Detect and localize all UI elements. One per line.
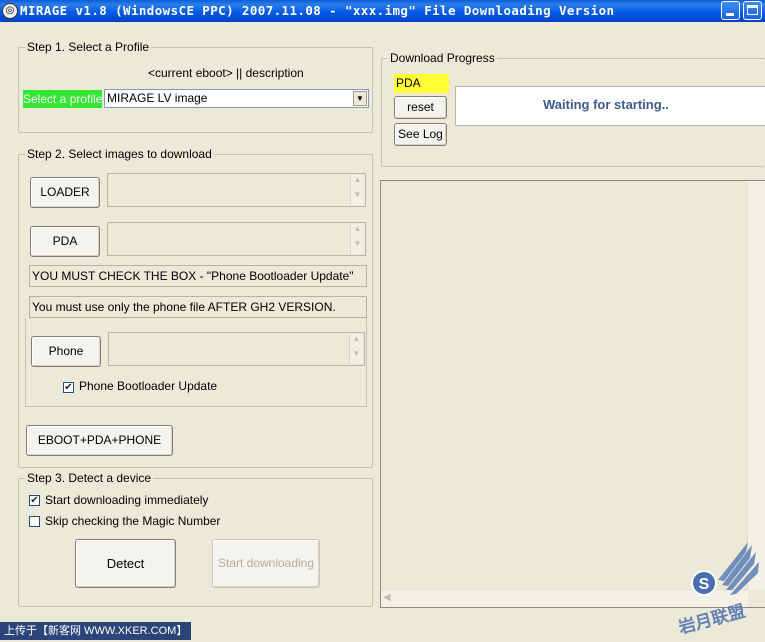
step1-legend: Step 1. Select a Profile	[25, 40, 152, 55]
chevron-down-icon[interactable]: ▼	[353, 91, 367, 106]
download-progress-group: Download Progress PDA reset See Log Wait…	[381, 51, 765, 167]
svg-text:岩月联盟: 岩月联盟	[675, 601, 747, 639]
start-immediately-checkbox[interactable]	[29, 495, 40, 506]
step3-group: Step 3. Detect a device Start downloadin…	[18, 471, 373, 607]
phone-bootloader-label: Phone Bootloader Update	[79, 379, 218, 393]
scroll-up-icon[interactable]: ▲	[350, 175, 364, 190]
phone-bootloader-checkbox[interactable]	[63, 382, 74, 393]
step2-group: Step 2. Select images to download LOADER…	[18, 147, 373, 468]
profile-dropdown-value: MIRAGE LV image	[107, 91, 208, 105]
loader-button[interactable]: LOADER	[30, 177, 100, 208]
start-downloading-button[interactable]: Start downloading	[212, 539, 320, 588]
scroll-down-icon[interactable]: ▼	[349, 349, 363, 364]
watermark-logo: S 岩月联盟	[675, 542, 759, 639]
skip-magic-label: Skip checking the Magic Number	[45, 514, 221, 528]
start-immediately-label: Start downloading immediately	[45, 493, 209, 507]
phone-subgroup: Phone ▲ ▼ Phone Bootloader Update	[25, 318, 367, 407]
pda-progress-label: PDA	[394, 74, 449, 93]
phone-button[interactable]: Phone	[31, 336, 101, 367]
step2-legend: Step 2. Select images to download	[25, 147, 214, 162]
phone-path-field[interactable]: ▲ ▼	[108, 332, 365, 366]
title-bar[interactable]: ◎ MIRAGE v1.8 (WindowsCE PPC) 2007.11.08…	[0, 0, 765, 22]
pda-button[interactable]: PDA	[30, 226, 100, 257]
loader-path-field[interactable]: ▲ ▼	[107, 173, 366, 207]
pda-path-field[interactable]: ▲ ▼	[107, 222, 366, 256]
step3-legend: Step 3. Detect a device	[25, 471, 154, 486]
maximize-button[interactable]	[743, 1, 762, 20]
phone-file-notice: You must use only the phone file AFTER G…	[29, 296, 367, 318]
minimize-button[interactable]	[721, 1, 740, 20]
select-profile-label: Select a profile	[23, 90, 103, 108]
vertical-scrollbar[interactable]	[747, 181, 765, 590]
app-icon[interactable]: ◎	[2, 3, 18, 19]
step1-group: Step 1. Select a Profile <current eboot>…	[18, 40, 373, 133]
status-display: Waiting for starting..	[455, 86, 765, 126]
profile-dropdown[interactable]: MIRAGE LV image ▼	[104, 89, 369, 108]
reset-button[interactable]: reset	[394, 96, 447, 119]
svg-text:S: S	[699, 576, 710, 593]
skip-magic-checkbox[interactable]	[29, 516, 40, 527]
window-title: MIRAGE v1.8 (WindowsCE PPC) 2007.11.08 -…	[20, 3, 615, 18]
scroll-left-icon[interactable]: ◀	[383, 592, 391, 603]
upload-caption: 上传于【新客网 WWW.XKER.COM】	[0, 622, 192, 640]
download-progress-legend: Download Progress	[388, 51, 497, 66]
profile-column-header: <current eboot> || description	[148, 66, 304, 80]
scroll-up-icon[interactable]: ▲	[350, 224, 364, 239]
see-log-button[interactable]: See Log	[394, 123, 447, 146]
scroll-up-icon[interactable]: ▲	[349, 334, 363, 349]
detect-button[interactable]: Detect	[75, 539, 176, 588]
eboot-pda-phone-button[interactable]: EBOOT+PDA+PHONE	[26, 425, 173, 456]
check-box-notice: YOU MUST CHECK THE BOX - "Phone Bootload…	[29, 265, 367, 287]
scroll-down-icon[interactable]: ▼	[350, 239, 364, 254]
status-text: Waiting for starting..	[543, 97, 669, 112]
scroll-down-icon[interactable]: ▼	[350, 190, 364, 205]
